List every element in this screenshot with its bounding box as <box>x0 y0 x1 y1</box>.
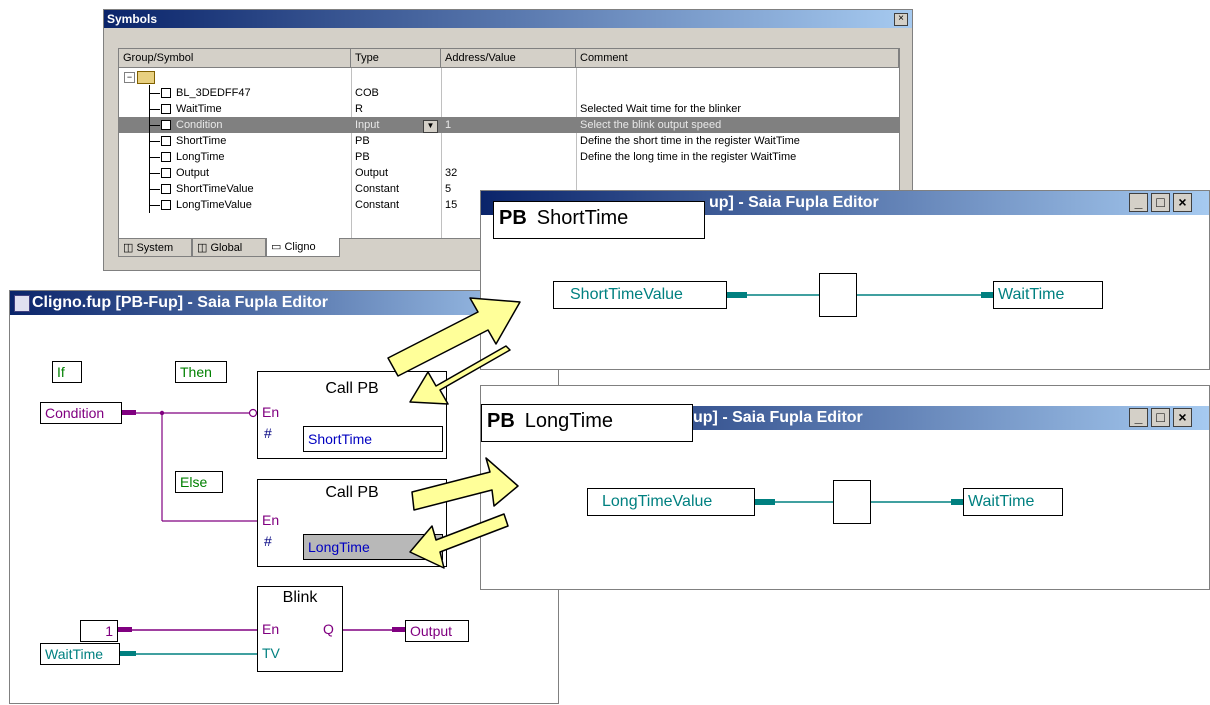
dropdown-arrow-icon[interactable]: ▼ <box>423 120 438 133</box>
move-block[interactable] <box>833 480 871 524</box>
symbol-comment: Define the long time in the register Wai… <box>580 151 797 163</box>
else-label: Else <box>175 471 223 493</box>
symbol-type: Output <box>355 167 389 179</box>
call-pb-shorttime-block[interactable]: Call PB En # ShortTime <box>257 371 447 459</box>
q-pin: Q <box>323 621 334 637</box>
symbol-type: PB <box>355 151 370 163</box>
tv-pin: TV <box>262 645 280 661</box>
symbol-icon <box>161 168 171 178</box>
symbol-row[interactable]: Condition Input 1 Select the blink output s… <box>119 117 899 133</box>
symbol-type: PB <box>355 135 370 147</box>
symbol-name: BL_3DEDFF47 <box>176 87 251 99</box>
call-pb-title: Call PB <box>325 484 379 501</box>
column-header-address-value[interactable]: Address/Value <box>441 49 576 68</box>
call-pb-title: Call PB <box>325 380 379 397</box>
symbol-row[interactable]: ShortTime PB Define the short time in the … <box>119 133 899 149</box>
symbol-icon <box>161 120 171 130</box>
symbol-comment: Selected Wait time for the blinker <box>580 103 741 115</box>
column-header-type[interactable]: Type <box>351 49 441 68</box>
symbol-name: WaitTime <box>176 103 222 115</box>
shorttime-editor-window: up] - Saia Fupla Editor _ □ × PB ShortTim… <box>480 190 1210 370</box>
column-header-group-symbol[interactable]: Group/Symbol <box>119 49 351 68</box>
tree-connector <box>149 101 160 117</box>
en-pin: En <box>262 404 280 420</box>
symbol-type: COB <box>355 87 379 99</box>
tab-global[interactable]: ◫ Global <box>192 238 266 257</box>
waittime-input[interactable]: WaitTime <box>40 643 120 665</box>
symbol-row[interactable]: WaitTime R Selected Wait time for the blin… <box>119 101 899 117</box>
tree-connector <box>149 197 160 213</box>
blink-block[interactable]: Blink En TV Q <box>257 586 343 672</box>
blink-title: Blink <box>282 589 318 606</box>
collapse-icon[interactable]: − <box>124 72 135 83</box>
tab-cligno[interactable]: ▭ Cligno <box>266 238 340 257</box>
tab-system[interactable]: ◫ System <box>118 238 192 257</box>
call-pb-longtime-block[interactable]: Call PB En # LongTime <box>257 479 447 567</box>
shorttime-target-field[interactable]: ShortTime <box>303 426 443 452</box>
main-editor-window: Cligno.fup [PB-Fup] - Saia Fupla Editor … <box>9 290 559 704</box>
if-label: If <box>52 361 82 383</box>
longtimevalue-input[interactable]: LongTimeValue <box>587 488 755 516</box>
move-block[interactable] <box>819 273 857 317</box>
global-tab-icon: ◫ <box>197 242 211 254</box>
tree-root-row[interactable]: − <box>119 69 899 85</box>
symbol-icon <box>161 184 171 194</box>
symbol-row[interactable]: BL_3DEDFF47 COB <box>119 85 899 101</box>
symbol-value: 1 <box>445 119 452 131</box>
hash-pin: # <box>264 425 272 441</box>
en-pin: En <box>262 621 280 637</box>
system-tab-icon: ◫ <box>123 242 137 254</box>
symbol-value: 32 <box>445 167 458 179</box>
symbol-type: R <box>355 103 363 115</box>
symbol-row[interactable]: LongTime PB Define the long time in the re… <box>119 149 899 165</box>
symbol-name: LongTime <box>176 151 225 163</box>
waittime-output[interactable]: WaitTime <box>993 281 1103 309</box>
symbol-name: ShortTime <box>176 135 227 147</box>
column-header-comment[interactable]: Comment <box>576 49 899 68</box>
symbol-value: 15 <box>445 199 458 211</box>
symbols-title-bar: Symbols × <box>104 10 912 28</box>
symbol-type: Constant <box>355 199 400 211</box>
symbol-icon <box>161 104 171 114</box>
symbol-name: Output <box>176 167 210 179</box>
tree-connector <box>149 85 160 101</box>
tree-connector <box>149 117 160 133</box>
symbol-type: Constant <box>355 183 400 195</box>
longtime-target-field[interactable]: LongTime <box>303 534 443 560</box>
en-pin: En <box>262 512 280 528</box>
tree-connector <box>149 149 160 165</box>
constant-one-input[interactable]: 1 <box>80 620 118 642</box>
cligno-tab-icon: ▭ <box>271 241 285 253</box>
folder-icon <box>137 71 155 84</box>
symbol-icon <box>161 200 171 210</box>
symbol-name: ShortTimeValue <box>176 183 254 195</box>
condition-input[interactable]: Condition <box>40 402 122 424</box>
hash-pin: # <box>264 533 272 549</box>
symbol-icon <box>161 88 171 98</box>
symbol-value: 5 <box>445 183 452 195</box>
longtime-editor-window: up] - Saia Fupla Editor _ □ × PB LongTime… <box>480 385 1210 590</box>
symbol-name: Condition <box>176 119 223 131</box>
close-icon[interactable]: × <box>894 13 908 26</box>
symbol-row[interactable]: Output Output 32 <box>119 165 899 181</box>
shorttimevalue-input[interactable]: ShortTimeValue <box>553 281 727 309</box>
tree-connector <box>149 165 160 181</box>
symbol-comment: Select the blink output speed <box>580 119 722 131</box>
symbol-name: LongTimeValue <box>176 199 252 211</box>
symbol-comment: Define the short time in the register Wa… <box>580 135 800 147</box>
symbol-icon <box>161 136 171 146</box>
then-label: Then <box>175 361 227 383</box>
symbol-type: Input <box>355 119 380 131</box>
tree-connector <box>149 133 160 149</box>
symbols-title: Symbols <box>107 12 158 26</box>
symbol-icon <box>161 152 171 162</box>
waittime-output[interactable]: WaitTime <box>963 488 1063 516</box>
tree-connector <box>149 181 160 197</box>
output-field[interactable]: Output <box>405 620 469 642</box>
